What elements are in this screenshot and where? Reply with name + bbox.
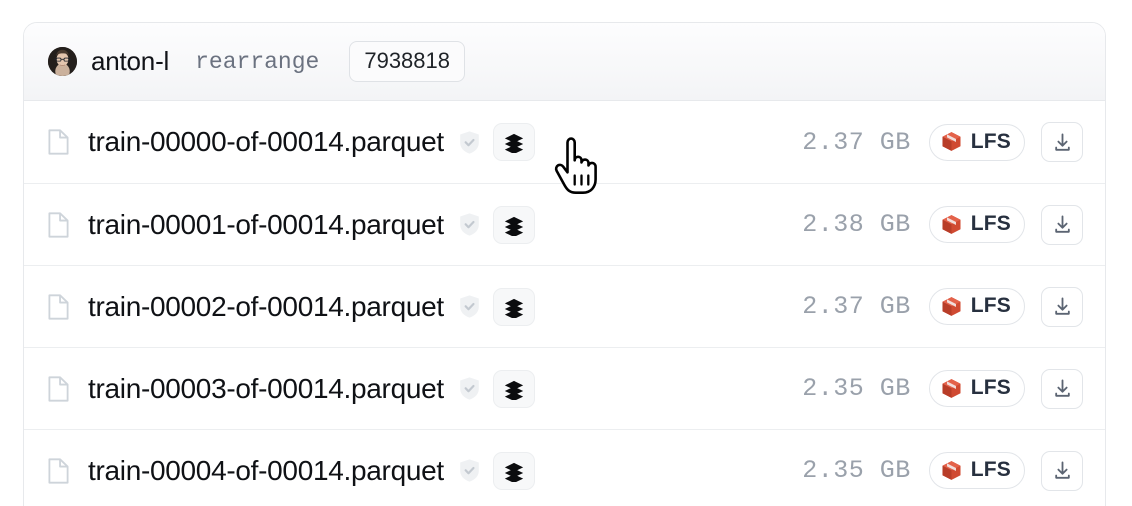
lfs-box-icon [942, 214, 961, 234]
file-size: 2.38 GB [802, 210, 911, 239]
table-row[interactable]: train-00000-of-00014.parquet 2.37 GB LFS [24, 101, 1105, 183]
download-icon [1054, 215, 1070, 233]
dataset-viewer-button[interactable] [492, 369, 535, 408]
file-icon [48, 129, 69, 155]
status-badge[interactable]: LFS [928, 206, 1025, 243]
file-icon [48, 457, 69, 484]
file-size: 2.35 GB [802, 374, 911, 403]
download-icon [1054, 297, 1070, 315]
download-button[interactable] [1041, 286, 1083, 327]
file-icon [48, 211, 69, 238]
shield-check-icon[interactable] [458, 458, 481, 483]
commit-message[interactable]: rearrange [195, 49, 319, 75]
commit-author[interactable]: anton-l [91, 46, 169, 77]
screenshot-stage: anton-l rearrange 7938818 train-00000-of… [0, 0, 1132, 506]
download-button[interactable] [1041, 204, 1083, 245]
download-button[interactable] [1041, 368, 1083, 409]
commit-hash-badge[interactable]: 7938818 [349, 41, 465, 82]
dataset-viewer-button[interactable] [492, 205, 535, 244]
file-icon [48, 375, 69, 402]
file-name[interactable]: train-00003-of-00014.parquet [88, 373, 444, 405]
table-row[interactable]: train-00001-of-00014.parquet 2.38 GB LFS [24, 183, 1105, 265]
file-name[interactable]: train-00000-of-00014.parquet [88, 126, 444, 158]
lfs-box-icon [942, 460, 961, 480]
file-size: 2.37 GB [802, 127, 911, 157]
file-list: train-00000-of-00014.parquet 2.37 GB LFS… [24, 101, 1105, 506]
lfs-label: LFS [970, 294, 1011, 317]
file-browser-card: anton-l rearrange 7938818 train-00000-of… [23, 22, 1106, 506]
table-row[interactable]: train-00002-of-00014.parquet 2.37 GB LFS [24, 265, 1105, 347]
file-icon [48, 293, 69, 320]
dataset-viewer-button[interactable] [492, 451, 535, 490]
table-row[interactable]: train-00003-of-00014.parquet 2.35 GB LFS [24, 347, 1105, 429]
dataset-viewer-button[interactable] [492, 287, 535, 326]
file-name[interactable]: train-00002-of-00014.parquet [88, 291, 444, 323]
last-commit-bar: anton-l rearrange 7938818 [24, 23, 1105, 101]
lfs-label: LFS [970, 212, 1011, 235]
status-badge[interactable]: LFS [928, 123, 1025, 161]
lfs-label: LFS [970, 129, 1011, 153]
file-size: 2.37 GB [802, 292, 911, 321]
table-row[interactable]: train-00004-of-00014.parquet 2.35 GB LFS [24, 429, 1105, 506]
dataset-stack-icon [504, 380, 524, 400]
file-name[interactable]: train-00001-of-00014.parquet [88, 209, 444, 241]
shield-check-icon[interactable] [458, 212, 481, 237]
status-badge[interactable]: LFS [928, 370, 1025, 407]
dataset-stack-icon [504, 133, 524, 153]
download-button[interactable] [1041, 122, 1083, 162]
download-icon [1054, 133, 1070, 151]
dataset-stack-icon [504, 462, 524, 482]
lfs-label: LFS [970, 376, 1011, 399]
lfs-box-icon [942, 132, 961, 151]
status-badge[interactable]: LFS [928, 452, 1025, 489]
lfs-box-icon [942, 378, 961, 398]
lfs-box-icon [942, 296, 961, 316]
file-size: 2.35 GB [802, 456, 911, 485]
download-icon [1054, 461, 1070, 479]
lfs-label: LFS [970, 458, 1011, 481]
shield-check-icon[interactable] [458, 130, 481, 155]
shield-check-icon[interactable] [458, 294, 481, 319]
download-button[interactable] [1041, 450, 1083, 491]
status-badge[interactable]: LFS [928, 288, 1025, 325]
download-icon [1054, 379, 1070, 397]
avatar[interactable] [48, 47, 77, 76]
dataset-stack-icon [504, 298, 524, 318]
file-name[interactable]: train-00004-of-00014.parquet [88, 455, 444, 487]
shield-check-icon[interactable] [458, 376, 481, 401]
dataset-viewer-button[interactable] [492, 123, 535, 161]
dataset-stack-icon [504, 216, 524, 236]
